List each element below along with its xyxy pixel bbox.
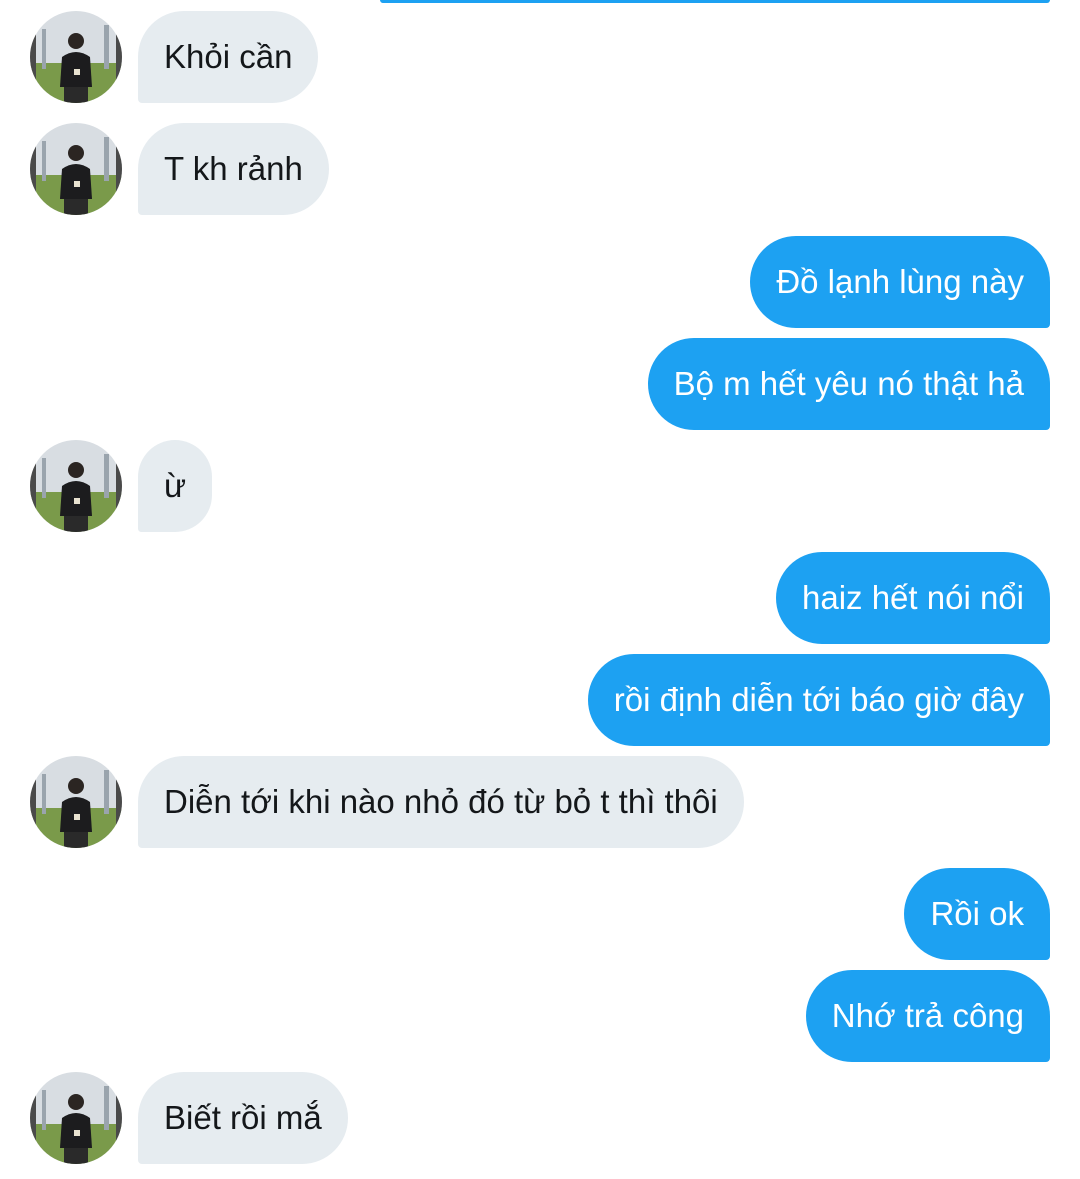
contact-avatar[interactable] (30, 123, 122, 215)
message-row-outgoing: haiz hết nói nổi (0, 552, 1080, 644)
outgoing-message-bubble[interactable]: Rồi ok (904, 868, 1050, 960)
previous-message-edge (380, 0, 1050, 3)
contact-avatar[interactable] (30, 1072, 122, 1164)
message-row-outgoing: Nhớ trả công (0, 970, 1080, 1062)
message-row-outgoing: rồi định diễn tới báo giờ đây (0, 654, 1080, 746)
contact-avatar[interactable] (30, 440, 122, 532)
outgoing-message-bubble[interactable]: haiz hết nói nổi (776, 552, 1050, 644)
message-row-incoming: T kh rảnh (0, 123, 1080, 215)
message-row-outgoing: Rồi ok (0, 868, 1080, 960)
outgoing-message-bubble[interactable]: Bộ m hết yêu nó thật hả (647, 338, 1050, 430)
incoming-message-bubble[interactable]: Diễn tới khi nào nhỏ đó từ bỏ t thì thôi (138, 756, 744, 848)
message-row-incoming: ừ (0, 440, 1080, 532)
outgoing-message-bubble[interactable]: Nhớ trả công (805, 970, 1050, 1062)
message-row-outgoing: Bộ m hết yêu nó thật hả (0, 338, 1080, 430)
outgoing-message-bubble[interactable]: Đồ lạnh lùng này (750, 236, 1050, 328)
message-row-incoming: Biết rồi mắ (0, 1072, 1080, 1164)
incoming-message-bubble[interactable]: Khỏi cần (138, 11, 319, 103)
incoming-message-bubble[interactable]: Biết rồi mắ (138, 1072, 348, 1164)
incoming-message-bubble[interactable]: ừ (138, 440, 213, 532)
message-row-incoming: Diễn tới khi nào nhỏ đó từ bỏ t thì thôi (0, 756, 1080, 848)
outgoing-message-bubble[interactable]: rồi định diễn tới báo giờ đây (587, 654, 1050, 746)
message-row-outgoing: Đồ lạnh lùng này (0, 236, 1080, 328)
incoming-message-bubble[interactable]: T kh rảnh (138, 123, 329, 215)
message-row-incoming: Khỏi cần (0, 11, 1080, 103)
contact-avatar[interactable] (30, 756, 122, 848)
contact-avatar[interactable] (30, 11, 122, 103)
